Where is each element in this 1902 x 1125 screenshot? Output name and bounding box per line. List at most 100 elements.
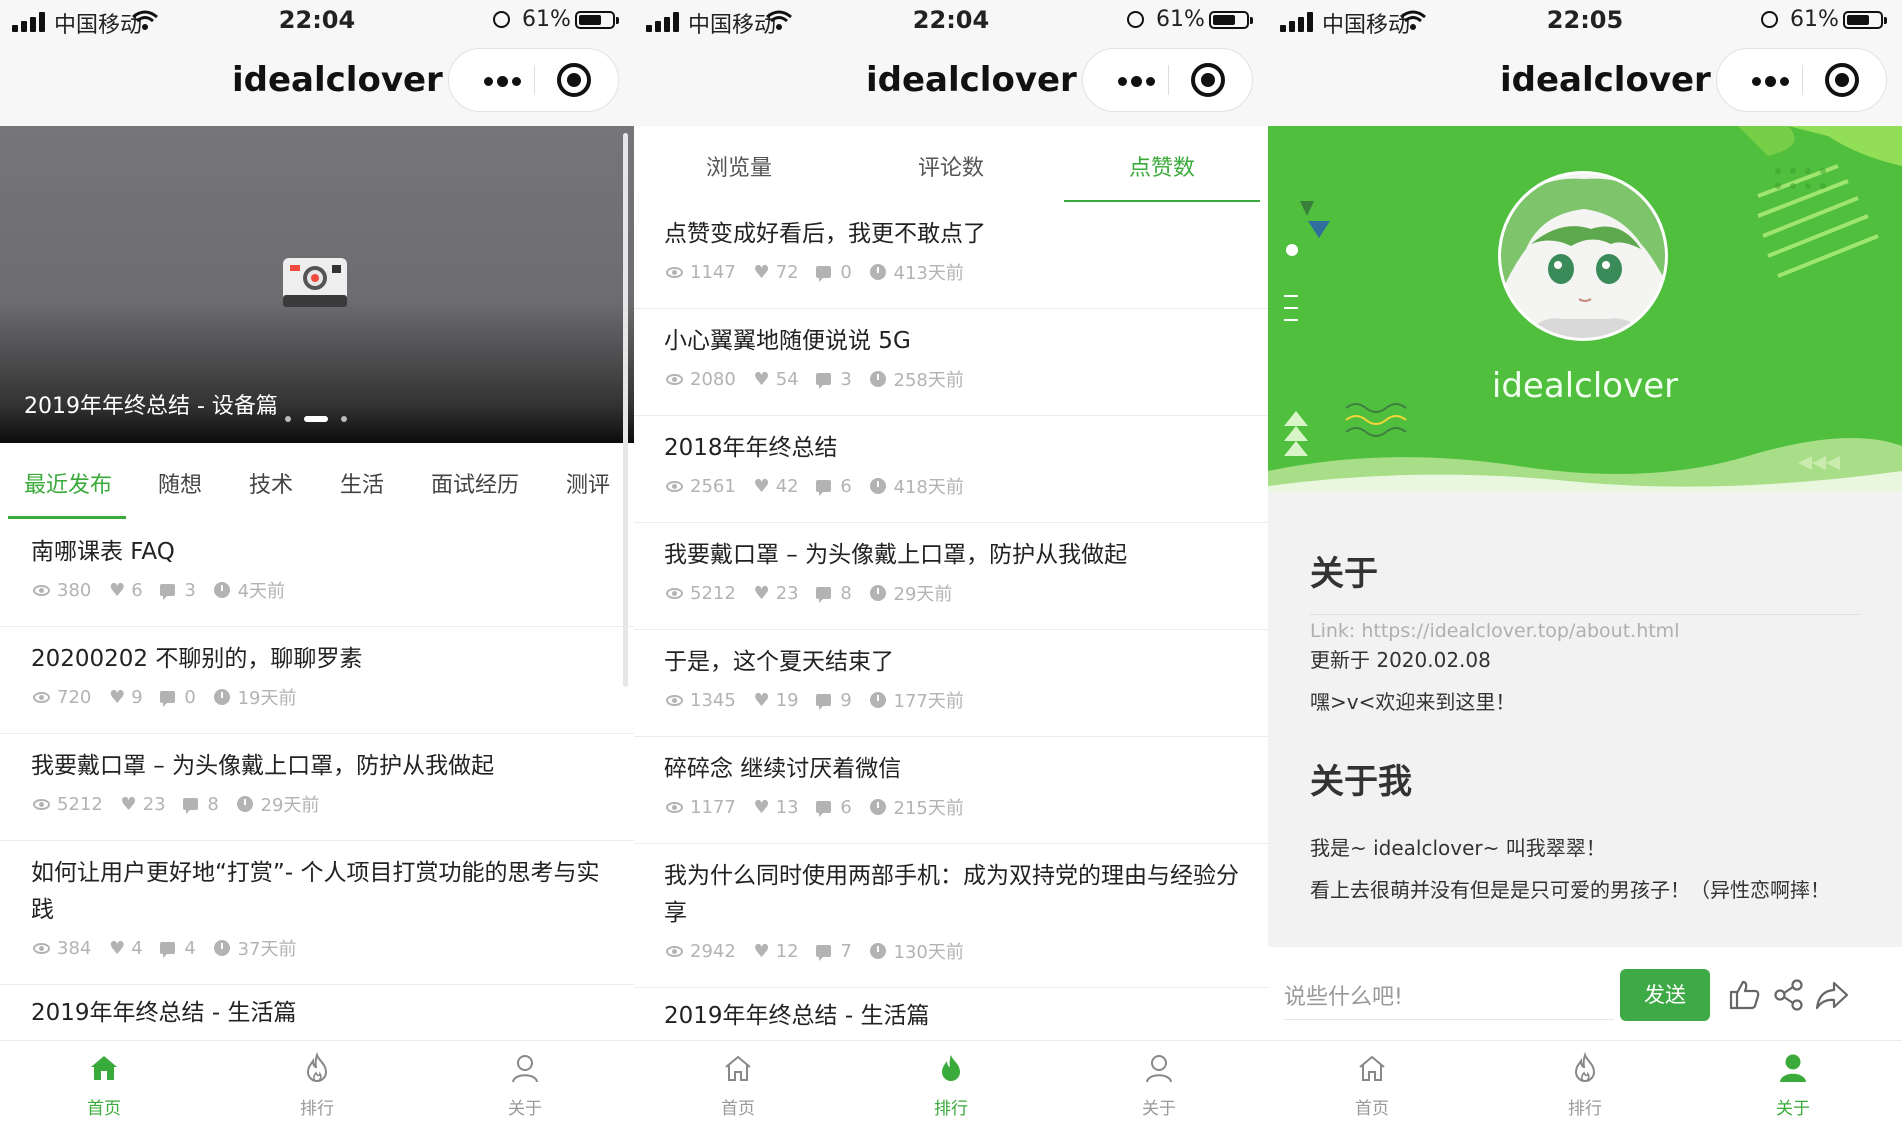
- miniprogram-capsule: [448, 48, 619, 112]
- likes-count: 9: [131, 686, 143, 708]
- views-count: 2561: [690, 475, 736, 497]
- post-title: 20200202 不聊别的，聊聊罗素: [31, 646, 363, 672]
- tab-label: 关于: [508, 1099, 542, 1119]
- user-icon: [1146, 1055, 1172, 1083]
- post-meta: 5212 ♥ 23 8 29天前: [33, 791, 320, 816]
- views-count: 2080: [690, 368, 736, 390]
- post-title: 我要戴口罩 – 为头像戴上口罩，防护从我做起: [31, 753, 495, 779]
- comments-count: 6: [840, 475, 852, 497]
- flame-icon: [1574, 1052, 1596, 1082]
- post-item[interactable]: 我要戴口罩 – 为头像戴上口罩，防护从我做起 5212 ♥ 23 8 29天前: [0, 734, 634, 841]
- share-icon[interactable]: [1771, 977, 1807, 1013]
- rank-tab-views[interactable]: 浏览量: [706, 150, 772, 182]
- post-item[interactable]: 2019年年终总结 - 生活篇: [0, 985, 634, 1045]
- rank-tab-likes[interactable]: 点赞数: [1129, 150, 1195, 182]
- banner-carousel[interactable]: 2019年年终总结 - 设备篇: [0, 126, 634, 443]
- post-time: 130天前: [893, 942, 964, 963]
- post-item[interactable]: 我为什么同时使用两部手机：成为双持党的理由与经验分享 2942 ♥ 12 7 13…: [634, 844, 1268, 988]
- views-icon: [666, 266, 683, 278]
- views-count: 384: [57, 937, 92, 959]
- tab-home[interactable]: 首页: [34, 1041, 174, 1125]
- profile-hero: idealclover: [1268, 126, 1902, 492]
- battery-percent: 61%: [1790, 7, 1839, 32]
- post-title: 2018年年终总结: [664, 435, 838, 461]
- close-miniprogram-icon[interactable]: [557, 63, 591, 97]
- about-screen: 中国移动 22:05 61% idealclover idealclover 关…: [1268, 0, 1902, 1125]
- heart-icon: ♥: [753, 261, 770, 283]
- post-item[interactable]: 2018年年终总结 2561 ♥ 42 6 418天前: [634, 416, 1268, 523]
- forward-icon[interactable]: [1814, 977, 1850, 1013]
- camera-icon: [283, 258, 347, 307]
- rank-tab-comments[interactable]: 评论数: [918, 150, 984, 182]
- clock-icon: [869, 478, 886, 494]
- views-count: 5212: [57, 793, 103, 815]
- tab-about[interactable]: 关于: [1089, 1041, 1229, 1125]
- category-tab-latest[interactable]: 最近发布: [24, 467, 112, 499]
- likes-count: 23: [142, 793, 166, 815]
- welcome-text: 嘿>v<欢迎来到这里！: [1310, 690, 1516, 714]
- tab-home[interactable]: 首页: [1302, 1041, 1442, 1125]
- tab-home[interactable]: 首页: [668, 1041, 808, 1125]
- category-tab-thoughts[interactable]: 随想: [158, 467, 202, 499]
- comments-count: 8: [207, 793, 219, 815]
- rank-tabs: 浏览量 评论数 点赞数: [634, 126, 1268, 202]
- tab-about[interactable]: 关于: [455, 1041, 595, 1125]
- comments-count: 7: [840, 940, 852, 962]
- post-meta: 2080 ♥ 54 3 258天前: [666, 366, 964, 391]
- views-icon: [33, 691, 50, 703]
- post-title: 2019年年终总结 - 生活篇: [31, 1000, 297, 1026]
- post-item[interactable]: 南哪课表 FAQ 380 ♥ 6 3 4天前: [0, 520, 634, 627]
- carousel-dots: [285, 416, 355, 426]
- title-bar: idealclover: [0, 40, 634, 126]
- views-icon: [666, 694, 683, 706]
- views-count: 380: [57, 579, 92, 601]
- tab-rank[interactable]: 排行: [247, 1041, 387, 1125]
- views-icon: [33, 942, 50, 954]
- tab-rank[interactable]: 排行: [881, 1041, 1021, 1125]
- comment-icon: [183, 798, 199, 814]
- clock-icon: [869, 799, 886, 815]
- category-tab-review[interactable]: 测评: [566, 467, 610, 499]
- category-tab-tech[interactable]: 技术: [249, 467, 293, 499]
- title-bar: idealclover: [634, 40, 1268, 126]
- post-item[interactable]: 小心翼翼地随便说说 5G 2080 ♥ 54 3 258天前: [634, 309, 1268, 416]
- rotation-lock-icon: [1127, 11, 1144, 28]
- views-icon: [33, 584, 50, 596]
- views-icon: [666, 801, 683, 813]
- post-time: 29天前: [893, 584, 953, 605]
- close-miniprogram-icon[interactable]: [1825, 63, 1859, 97]
- post-meta: 384 ♥ 4 4 37天前: [33, 935, 297, 960]
- post-time: 215天前: [893, 798, 964, 819]
- post-item[interactable]: 碎碎念 继续讨厌着微信 1177 ♥ 13 6 215天前: [634, 737, 1268, 844]
- likes-count: 54: [775, 368, 799, 390]
- post-title: 如何让用户更好地“打赏”- 个人项目打赏功能的思考与实践: [31, 860, 600, 923]
- post-meta: 1177 ♥ 13 6 215天前: [666, 794, 964, 819]
- more-icon[interactable]: [469, 49, 533, 111]
- category-tab-interview[interactable]: 面试经历: [431, 467, 519, 499]
- close-miniprogram-icon[interactable]: [1191, 63, 1225, 97]
- likes-count: 72: [775, 261, 799, 283]
- tab-rank[interactable]: 排行: [1515, 1041, 1655, 1125]
- post-item[interactable]: 2019年年终总结 - 生活篇: [634, 988, 1268, 1045]
- comment-input[interactable]: 说些什么吧!: [1284, 977, 1614, 1020]
- thumbs-up-icon[interactable]: [1727, 977, 1763, 1013]
- post-item[interactable]: 于是，这个夏天结束了 1345 ♥ 19 9 177天前: [634, 630, 1268, 737]
- heart-icon: ♥: [753, 368, 770, 390]
- send-button[interactable]: 发送: [1620, 969, 1710, 1021]
- post-item[interactable]: 如何让用户更好地“打赏”- 个人项目打赏功能的思考与实践 384 ♥ 4 4 37…: [0, 841, 634, 985]
- category-active-indicator: [8, 516, 126, 519]
- more-icon[interactable]: [1737, 49, 1801, 111]
- post-item[interactable]: 我要戴口罩 – 为头像戴上口罩，防护从我做起 5212 ♥ 23 8 29天前: [634, 523, 1268, 630]
- views-icon: [666, 373, 683, 385]
- about-link[interactable]: Link: https://idealclover.top/about.html: [1310, 620, 1679, 642]
- category-tab-life[interactable]: 生活: [340, 467, 384, 499]
- post-item[interactable]: 20200202 不聊别的，聊聊罗素 720 ♥ 9 0 19天前: [0, 627, 634, 734]
- post-meta: 5212 ♥ 23 8 29天前: [666, 580, 953, 605]
- post-item[interactable]: 点赞变成好看后，我更不敢点了 1147 ♥ 72 0 413天前: [634, 202, 1268, 309]
- tab-about[interactable]: 关于: [1723, 1041, 1863, 1125]
- post-title: 小心翼翼地随便说说 5G: [664, 328, 911, 354]
- more-icon[interactable]: [1103, 49, 1167, 111]
- banner-caption: 2019年年终总结 - 设备篇: [24, 394, 278, 419]
- intro-text: 看上去很萌并没有但是是只可爱的男孩子！（异性恋啊摔！: [1310, 878, 1830, 902]
- post-time: 29天前: [260, 795, 320, 816]
